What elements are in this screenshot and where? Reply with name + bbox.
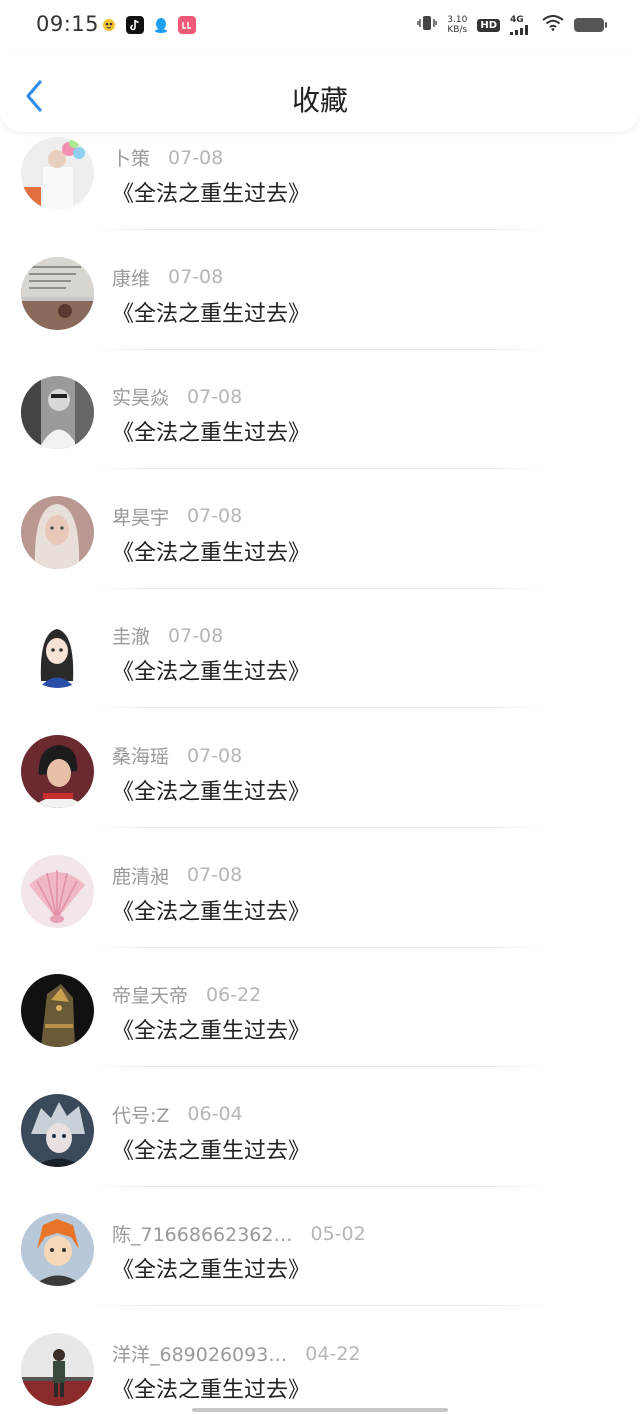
item-date: 07-08 [168,146,224,169]
item-date: 07-08 [187,505,243,528]
hd-badge: HD [477,18,500,32]
avatar [21,615,94,689]
list-item[interactable]: 康维 07-08 《全法之重生过去》 [0,252,640,372]
list-item[interactable]: 陈_71668662362… 05-02 《全法之重生过去》 [0,1208,640,1328]
qq-app-icon [152,16,170,34]
user-name: 实昊焱 [112,387,170,410]
lofter-app-icon [178,16,196,34]
status-indicators: 3.10 KB/s HD 4G [417,14,607,36]
list-item[interactable]: 实昊焱 07-08 《全法之重生过去》 [0,371,640,491]
book-title[interactable]: 《全法之重生过去》 [112,654,310,686]
item-meta: 实昊焱 07-08 [112,383,242,410]
status-bar: 09:15 3.10 KB/s HD 4G [0,0,640,52]
item-meta: 鹿清昶 07-08 [112,862,242,889]
item-date: 06-22 [206,983,262,1006]
avatar [21,376,94,450]
divider [90,707,550,709]
user-name: 陈_71668662362… [112,1224,293,1247]
avatar [21,1333,94,1406]
list-item[interactable]: 卑昊宇 07-08 《全法之重生过去》 [0,491,640,611]
divider [90,1066,550,1068]
signal-icon: 4G [510,14,532,35]
item-date: 07-08 [168,266,224,289]
battery-icon [574,18,607,32]
net-speed: 3.10 KB/s [447,15,467,35]
vibrate-icon [417,15,437,35]
avatar [21,974,94,1048]
status-time: 09:15 [36,12,100,36]
item-date: 07-08 [187,385,243,408]
user-name: 卜策 [112,148,151,170]
item-meta: 代号:Z 06-04 [112,1101,243,1128]
item-date: 06-04 [187,1103,243,1126]
tiktok-app-icon [126,16,144,34]
book-title[interactable]: 《全法之重生过去》 [112,894,310,926]
user-name: 帝皇天帝 [112,985,189,1008]
page-title: 收藏 [291,84,348,117]
status-app-icons [100,14,196,36]
user-name: 圭澈 [112,626,151,649]
user-name: 代号:Z [112,1104,170,1127]
avatar [21,256,94,330]
avatar [21,854,94,928]
favorites-list: 卜策 07-08 《全法之重生过去》 康维 07-08 《全法之重生过去》 实昊… [0,132,640,1415]
network-type-label: 4G [510,14,524,25]
book-title[interactable]: 《全法之重生过去》 [112,774,310,806]
book-title[interactable]: 《全法之重生过去》 [112,535,310,567]
net-speed-unit: KB/s [447,25,468,35]
user-name: 康维 [112,267,151,290]
item-date: 07-08 [168,624,224,647]
divider [90,229,550,230]
item-meta: 康维 07-08 [112,264,223,291]
home-indicator[interactable] [192,1408,448,1412]
nav-bar: 收藏 [0,52,640,132]
avatar [21,495,94,569]
list-item[interactable]: 代号:Z 06-04 《全法之重生过去》 [0,1089,640,1209]
item-date: 07-08 [187,864,243,887]
book-title[interactable]: 《全法之重生过去》 [112,1133,310,1165]
item-meta: 圭澈 07-08 [112,622,223,649]
item-meta: 卑昊宇 07-08 [112,503,242,530]
bird-app-icon [100,16,118,34]
book-title[interactable]: 《全法之重生过去》 [112,176,310,208]
avatar [21,137,94,210]
divider [90,587,550,589]
item-meta: 帝皇天帝 06-22 [112,981,261,1008]
avatar [21,1093,94,1167]
book-title[interactable]: 《全法之重生过去》 [112,415,310,447]
user-name: 鹿清昶 [112,865,170,888]
item-meta: 卜策 07-08 [112,144,223,171]
item-date: 04-22 [305,1342,361,1365]
avatar [21,735,94,808]
divider [90,827,550,828]
wifi-icon [542,15,564,35]
book-title[interactable]: 《全法之重生过去》 [112,296,310,328]
avatar [21,1213,94,1287]
book-title[interactable]: 《全法之重生过去》 [112,1013,310,1045]
divider [90,468,550,470]
user-name: 桑海瑶 [112,746,170,768]
divider [90,1305,550,1307]
item-meta: 桑海瑶 07-08 [112,742,242,769]
book-title[interactable]: 《全法之重生过去》 [112,1372,310,1404]
list-item[interactable]: 卜策 07-08 《全法之重生过去》 [0,132,640,252]
book-title[interactable]: 《全法之重生过去》 [112,1252,310,1284]
item-date: 05-02 [310,1222,366,1245]
net-speed-value: 3.10 [447,15,468,25]
list-item[interactable]: 桑海瑶 07-08 《全法之重生过去》 [0,730,640,850]
item-date: 07-08 [187,744,243,767]
list-item[interactable]: 鹿清昶 07-08 《全法之重生过去》 [0,850,640,970]
user-name: 卑昊宇 [112,506,170,529]
list-item[interactable]: 洋洋_689026093… 04-22 《全法之重生过去》 [0,1328,640,1415]
list-item[interactable]: 帝皇天帝 06-22 《全法之重生过去》 [0,969,640,1089]
item-meta: 陈_71668662362… 05-02 [112,1220,366,1247]
item-meta: 洋洋_689026093… 04-22 [112,1340,361,1367]
user-name: 洋洋_689026093… [112,1344,288,1366]
divider [90,348,550,350]
divider [90,1185,550,1187]
list-item[interactable]: 圭澈 07-08 《全法之重生过去》 [0,610,640,730]
divider [90,946,550,948]
